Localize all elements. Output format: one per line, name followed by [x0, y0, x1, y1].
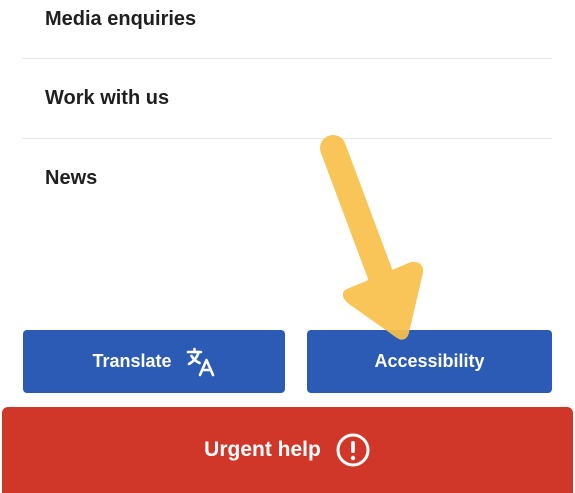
urgent-help-button[interactable]: Urgent help — [2, 407, 573, 493]
menu-item-work-with-us[interactable]: Work with us — [22, 59, 552, 139]
menu-item-news[interactable]: News — [22, 139, 552, 218]
exclamation-circle-icon — [335, 432, 371, 468]
urgent-help-button-label: Urgent help — [204, 438, 321, 461]
menu-list: Media enquiries Work with us News — [22, 0, 552, 218]
translate-icon — [186, 347, 216, 377]
translate-button-label: Translate — [92, 351, 172, 371]
accessibility-button[interactable]: Accessibility — [307, 330, 552, 393]
accessibility-button-label: Accessibility — [374, 351, 485, 371]
menu-item-media-enquiries[interactable]: Media enquiries — [22, 0, 552, 59]
translate-button[interactable]: Translate — [23, 330, 285, 393]
